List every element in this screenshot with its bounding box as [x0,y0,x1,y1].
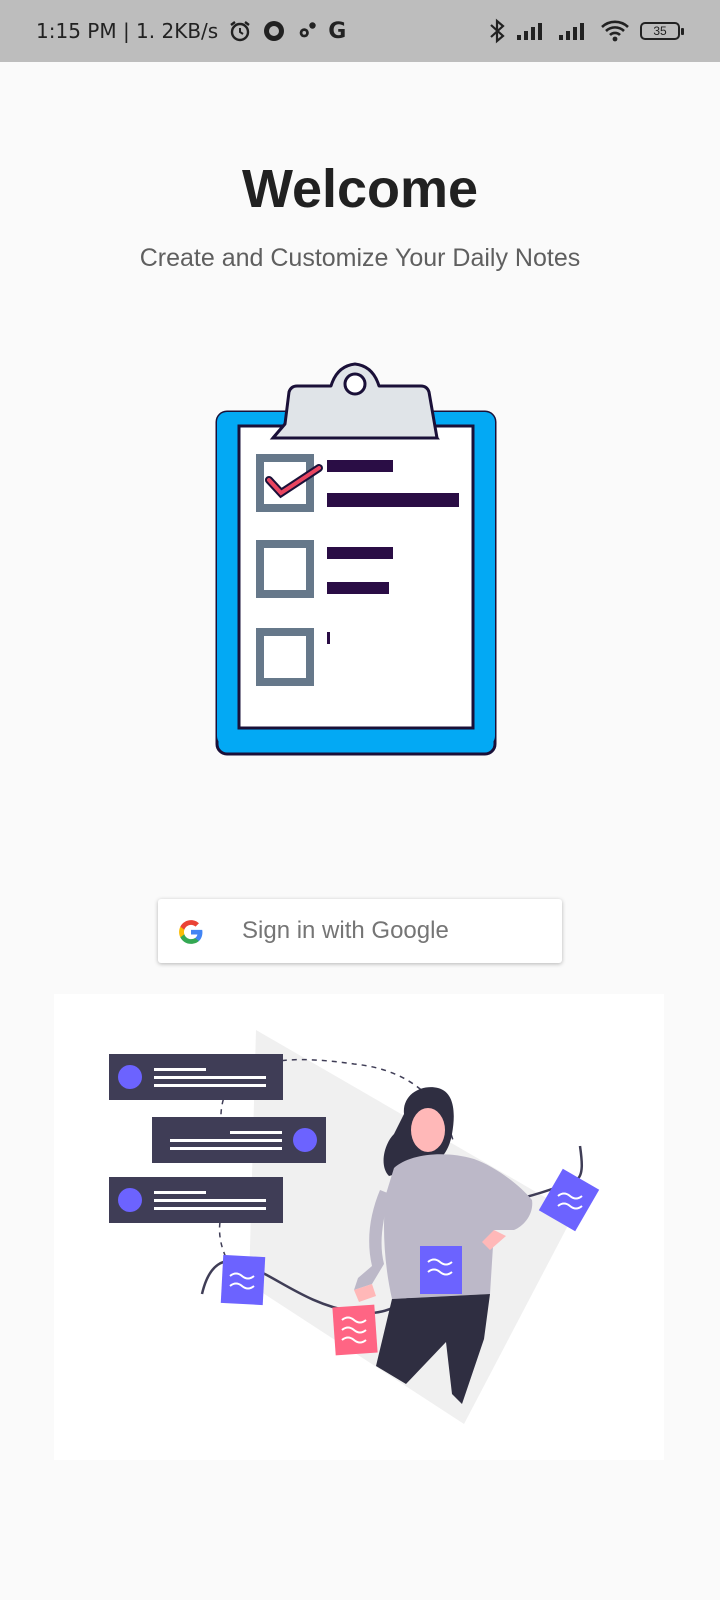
bluetooth-icon [488,18,506,44]
clipboard-illustration [215,360,505,760]
wifi-icon [600,19,630,43]
settings-icon [296,20,318,42]
google-logo-icon [178,919,204,945]
sign-in-with-google-button[interactable]: Sign in with Google [158,899,562,963]
status-right: 35 [488,0,684,62]
notes-illustration [54,994,664,1460]
signal-icon [558,21,590,41]
page-title: Welcome [241,159,479,219]
status-bar: 1:15 PM | 1. 2KB/s G 35 [0,0,720,62]
status-left: 1:15 PM | 1. 2KB/s G [36,0,346,62]
status-time: 1:15 PM | 1. 2KB/s [36,19,219,43]
message-card [109,1054,283,1100]
alarm-icon [228,19,252,43]
message-card [109,1177,283,1223]
signal-icon [516,21,548,41]
circle-app-icon [262,19,286,43]
google-icon: G [328,18,347,44]
battery-icon: 35 [640,22,684,40]
page-subtitle: Create and Customize Your Daily Notes [139,244,581,272]
message-card [152,1117,326,1163]
sign-in-label: Sign in with Google [242,917,449,944]
battery-level: 35 [653,24,667,38]
